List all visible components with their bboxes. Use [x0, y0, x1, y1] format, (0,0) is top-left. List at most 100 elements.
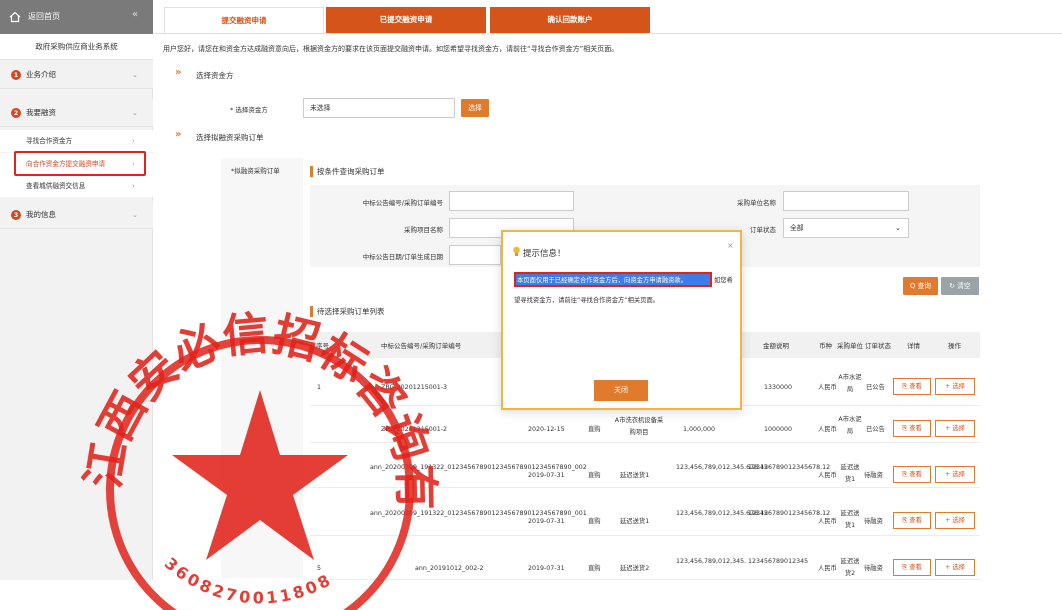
pick-button[interactable]: + 选择	[935, 378, 975, 395]
purchaser-label: 采购单位名称	[737, 199, 776, 207]
collapse-icon[interactable]: «	[132, 9, 138, 20]
sidebar-item-my-info[interactable]: 3 我的信息 ⌄	[0, 201, 153, 229]
view-button[interactable]: ⎘ 查看	[893, 559, 931, 576]
row-status: 待融资	[864, 518, 883, 525]
intro-text: 用户您好，请您在和资金方达成融资意向后，根据资金方的要求在该页面提交融资申请。如…	[163, 45, 619, 53]
notice-no-label: 中标公告编号/采购订单编号	[362, 199, 443, 207]
pick-button[interactable]: + 选择	[935, 466, 975, 483]
row-index: 1	[317, 384, 322, 391]
row-currency: 人民币	[818, 565, 837, 572]
date-label: 中标公告日期/订单生成日期	[362, 253, 443, 261]
pick-button[interactable]: + 选择	[935, 420, 975, 437]
list-title: 待选择采购订单列表	[317, 307, 385, 316]
col-action: 操作	[948, 342, 961, 350]
col-purchaser: 采购单位	[837, 342, 863, 350]
close-icon[interactable]: ×	[727, 241, 734, 250]
pick-button[interactable]: + 选择	[935, 512, 975, 529]
sidebar-item-label: 我要融资	[26, 108, 56, 117]
dialog-close-button[interactable]: 关闭	[594, 380, 648, 401]
col-order-no: 中标公告编号/采购订单编号	[381, 342, 462, 350]
row-amount-note: 123456789012345678.12	[748, 464, 831, 471]
row-project: 延迟送货2	[620, 565, 650, 572]
row-amount-note: 123456789012345	[748, 558, 809, 565]
row-purchaser: 延迟送货2	[840, 558, 860, 577]
row-status: 待融资	[864, 472, 883, 479]
select-funder-button[interactable]: 选择	[461, 99, 489, 117]
view-button[interactable]: ⎘ 查看	[893, 378, 931, 395]
row-project: 延迟送货1	[620, 518, 650, 525]
view-button-label: 查看	[909, 517, 922, 524]
query-button-label: 查询	[917, 282, 932, 290]
row-amount-note: 1000000	[764, 426, 793, 433]
back-home-label[interactable]: 返回首页	[28, 11, 60, 22]
sidebar-subitem-find-funder[interactable]: 寻找合作资金方 ›	[0, 130, 153, 152]
title-bar-mark	[310, 166, 313, 177]
sidebar-item-intro[interactable]: 1 业务介绍 ⌄	[0, 61, 153, 89]
date-input[interactable]	[449, 245, 501, 265]
row-index: 5	[317, 565, 322, 572]
row-currency: 人民币	[818, 472, 837, 479]
notice-no-input[interactable]	[449, 191, 574, 211]
funder-field[interactable]: 未选择	[303, 98, 455, 118]
row-date: 2019-07-31	[528, 472, 565, 479]
pick-button[interactable]: + 选择	[935, 559, 975, 576]
row-type: 直购	[588, 472, 601, 479]
view-button[interactable]: ⎘ 查看	[893, 466, 931, 483]
row-amount: 1,000,000	[683, 426, 716, 433]
order-side-label: *拟融资采购订单	[231, 167, 280, 175]
row-order-no: ann_20200309_191322_01234567890123456789…	[370, 510, 587, 517]
project-label: 采购项目名称	[404, 226, 443, 234]
reset-button[interactable]: ↻ 清空	[941, 277, 979, 295]
row-order-no: ann_20191012_002-2	[415, 565, 484, 572]
view-button-label: 查看	[909, 383, 922, 390]
row-currency: 人民币	[818, 384, 837, 391]
col-index: 序号	[316, 342, 329, 350]
tab-submit-application[interactable]: 提交融资申请	[164, 7, 324, 33]
view-button[interactable]: ⎘ 查看	[893, 512, 931, 529]
row-status: 待融资	[864, 565, 883, 572]
row-status: 已公告	[866, 426, 885, 433]
step-badge: 1	[11, 70, 21, 80]
sidebar-item-financing[interactable]: 2 我要融资 ⌄	[0, 99, 153, 127]
col-currency: 币种	[819, 342, 832, 350]
sidebar-subitem-view-info[interactable]: 查看城供融资交信息 ›	[0, 175, 153, 197]
row-currency: 人民币	[818, 426, 837, 433]
title-bar-mark	[310, 306, 313, 317]
row-amount: 123,456,789,012,345.	[676, 558, 747, 565]
refresh-icon: ↻	[949, 282, 958, 290]
section-chevron-icon: »	[175, 129, 182, 140]
sidebar-subitem-label: 寻找合作资金方	[26, 137, 73, 145]
section-title: 选择拟融资采购订单	[196, 133, 264, 142]
row-order-no: ZBG-20201215001-3	[381, 384, 448, 391]
status-select-value: 全部	[790, 224, 804, 232]
view-button-label: 查看	[909, 425, 922, 432]
sidebar-header[interactable]: 返回首页 «	[0, 0, 153, 34]
chevron-down-icon: ⌄	[132, 211, 138, 219]
purchaser-input[interactable]	[783, 191, 909, 211]
sidebar-item-label: 我的信息	[26, 210, 56, 219]
dialog-text-line2: 望寻找资金方，请前往“寻找合作资金方”相关页面。	[514, 297, 660, 304]
row-purchaser: 延迟送货1	[840, 510, 860, 529]
status-select[interactable]: 全部 ⌄	[783, 218, 909, 238]
tab-bar: 提交融资申请 已提交融资申请 确认回款账户	[154, 0, 1062, 34]
sidebar-subitem-label: 查看城供融资交信息	[26, 182, 86, 190]
view-button-label: 查看	[909, 564, 922, 571]
row-currency: 人民币	[818, 518, 837, 525]
tab-submitted-applications[interactable]: 已提交融资申请	[326, 7, 486, 33]
tab-confirm-account[interactable]: 确认回款账户	[490, 7, 650, 33]
lightbulb-icon	[513, 246, 520, 256]
row-status: 已公告	[866, 384, 885, 391]
side-label-bg	[221, 158, 303, 578]
query-button[interactable]: Q 查询	[903, 277, 938, 295]
row-project: A市洗衣机设备采购项目	[614, 417, 664, 436]
col-detail: 详情	[907, 342, 920, 350]
funder-field-label: * 选择资金方	[230, 106, 268, 114]
view-button[interactable]: ⎘ 查看	[893, 420, 931, 437]
view-button-label: 查看	[909, 471, 922, 478]
sidebar-item-label: 业务介绍	[26, 70, 56, 79]
chevron-right-icon: ›	[132, 182, 135, 190]
row-date: 2020-12-15	[528, 426, 565, 433]
section-chevron-icon: »	[175, 67, 182, 78]
row-order-no: ann_20200309_191322_01234567890123456789…	[370, 464, 587, 471]
row-date: 2019-07-31	[528, 518, 565, 525]
